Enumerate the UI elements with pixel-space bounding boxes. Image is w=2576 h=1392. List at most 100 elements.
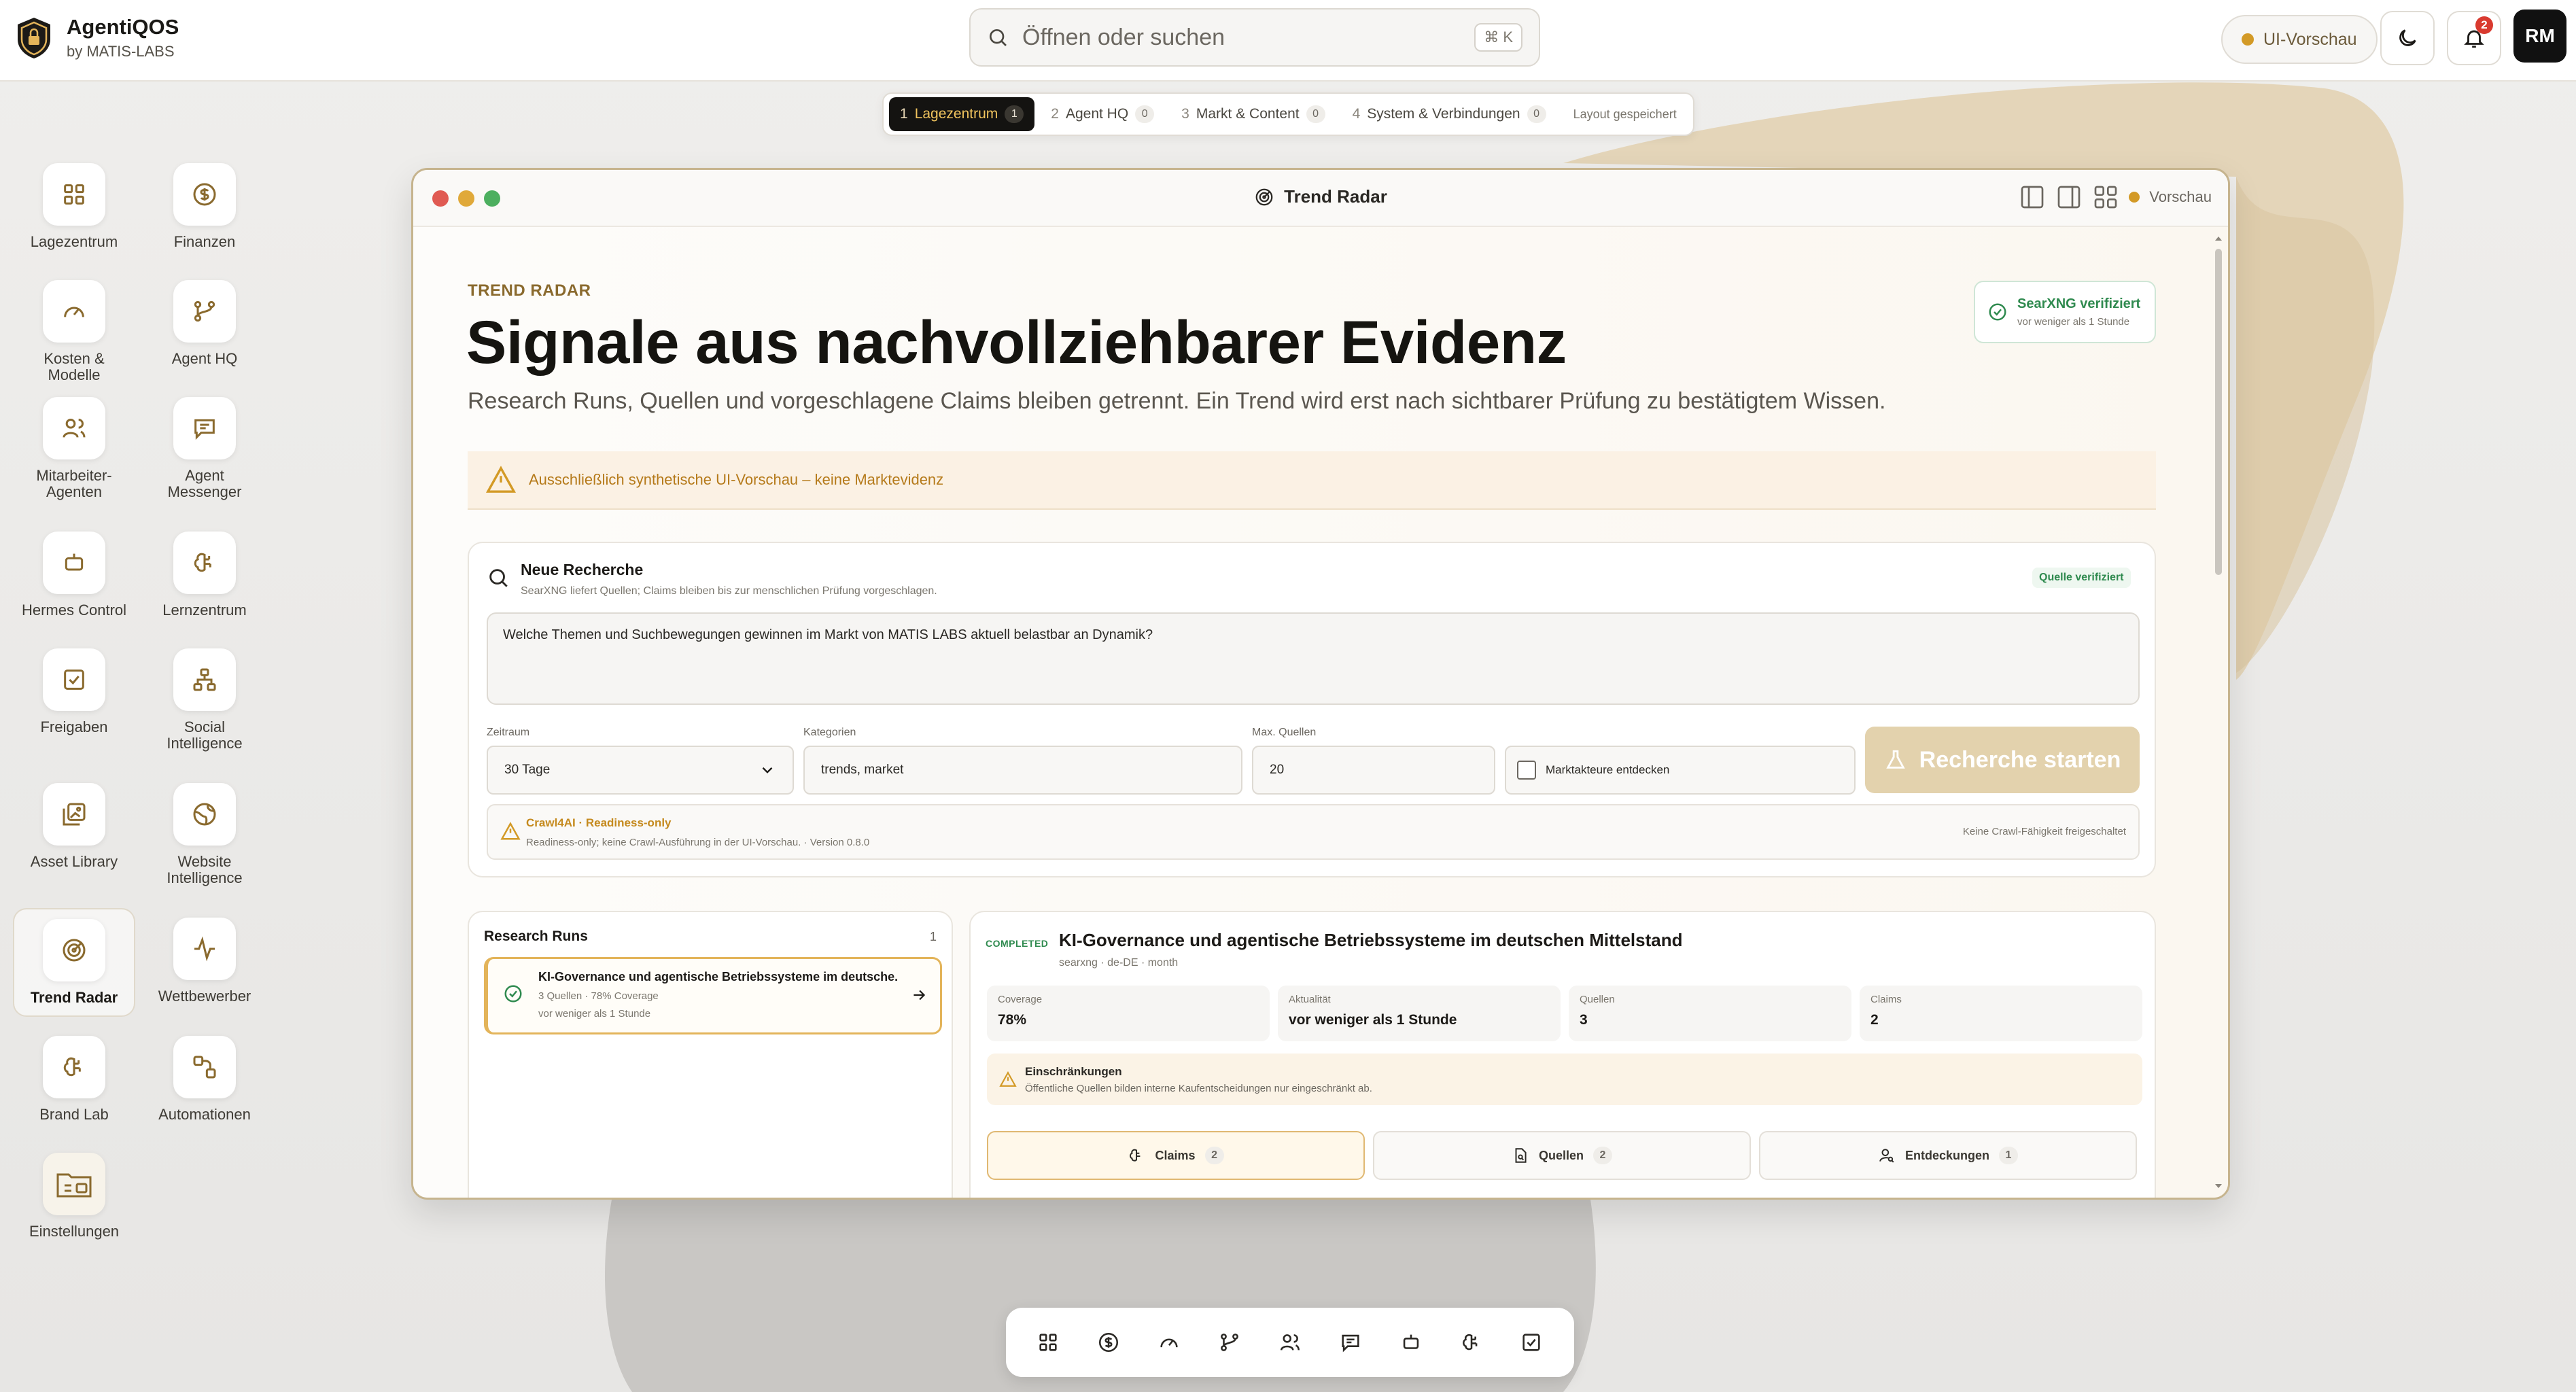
app-lernzentrum[interactable]: Lernzentrum — [143, 532, 266, 619]
activity-icon — [194, 936, 215, 962]
warning-icon — [485, 466, 517, 493]
workspace-tab-system[interactable]: 4 System & Verbindungen 0 — [1342, 97, 1557, 131]
app-automationen[interactable]: Automationen — [143, 1036, 266, 1123]
run-title: KI-Governance und agentische Betriebssys… — [538, 970, 899, 984]
kategorien-input[interactable]: trends, market — [803, 746, 1242, 795]
app-mitarbeiter-agenten[interactable]: Mitarbeiter-Agenten — [13, 397, 135, 500]
window-layout-tools: Vorschau — [2019, 184, 2212, 211]
max-quellen-input[interactable]: 20 — [1252, 746, 1495, 795]
notifications-button[interactable]: 2 — [2447, 11, 2501, 65]
dock-agent-hq[interactable] — [1211, 1323, 1249, 1361]
app-agent-messenger[interactable]: Agent Messenger — [143, 397, 266, 500]
users-icon — [63, 419, 86, 438]
warning-icon — [500, 822, 521, 840]
app-hermes-control[interactable]: Hermes Control — [13, 532, 135, 619]
trend-radar-window: Trend Radar Vorschau TREND RADAR Signale… — [411, 168, 2230, 1200]
app-finanzen[interactable]: Finanzen — [143, 163, 266, 250]
search-shortcut: ⌘ K — [1474, 23, 1522, 52]
tab-quellen[interactable]: Quellen 2 — [1373, 1131, 1751, 1180]
searxng-verified-badge: SearXNG verifiziert vor weniger als 1 St… — [1974, 281, 2156, 343]
app-einstellungen[interactable]: Einstellungen — [13, 1153, 135, 1240]
chevron-down-icon — [762, 767, 773, 773]
research-question-input[interactable]: Welche Themen und Suchbewegungen gewinne… — [487, 612, 2140, 705]
app-lagezentrum[interactable]: Lagezentrum — [13, 163, 135, 250]
page-lead: Research Runs, Quellen und vorgeschlagen… — [468, 388, 1886, 414]
tab-count: 0 — [1527, 105, 1546, 123]
workspace-tab-markt-content[interactable]: 3 Markt & Content 0 — [1170, 97, 1336, 131]
scroll-up-icon[interactable] — [2213, 234, 2224, 243]
page-eyebrow: TREND RADAR — [468, 281, 591, 300]
dollar-icon — [193, 183, 216, 206]
run-detail-title: KI-Governance und agentische Betriebssys… — [1059, 930, 1683, 950]
theme-toggle-button[interactable] — [2380, 11, 2435, 65]
runs-count: 1 — [929, 930, 937, 943]
radar-icon — [1255, 188, 1273, 205]
window-titlebar[interactable]: Trend Radar Vorschau — [413, 170, 2228, 227]
scroll-down-icon[interactable] — [2213, 1181, 2224, 1191]
users-icon — [1280, 1334, 1300, 1351]
research-subtitle: SearXNG liefert Quellen; Claims bleiben … — [521, 585, 937, 597]
search-bar[interactable]: Öffnen oder suchen ⌘ K — [969, 8, 1540, 67]
notification-badge: 2 — [2475, 16, 2493, 34]
folder-settings-icon — [56, 1173, 92, 1198]
crawl-subtitle: Readiness-only; keine Crawl-Ausführung i… — [526, 837, 870, 848]
stat-coverage: Coverage 78% — [987, 986, 1270, 1041]
dock-agent-messenger[interactable] — [1331, 1323, 1370, 1361]
zeitraum-select[interactable]: 30 Tage — [487, 746, 794, 795]
dock-kosten-modelle[interactable] — [1150, 1323, 1188, 1361]
search-icon — [489, 569, 508, 587]
stat-aktualitaet: Aktualität vor weniger als 1 Stunde — [1278, 986, 1561, 1041]
app-trend-radar[interactable]: Trend Radar — [13, 908, 135, 1017]
dock-mitarbeiter-agenten[interactable] — [1271, 1323, 1309, 1361]
layout-sidebar-left-icon[interactable] — [2019, 184, 2046, 211]
flask-icon — [1885, 750, 1905, 769]
workspace-tab-agent-hq[interactable]: 2 Agent HQ 0 — [1040, 97, 1165, 131]
app-agent-hq[interactable]: Agent HQ — [143, 280, 266, 367]
brain-icon — [1462, 1334, 1477, 1351]
app-brand-lab[interactable]: Brand Lab — [13, 1036, 135, 1123]
run-meta: 3 Quellen · 78% Coverage — [538, 990, 659, 1002]
globe-icon — [193, 803, 216, 826]
tab-count: 0 — [1306, 105, 1325, 123]
app-social-intelligence[interactable]: Social Intelligence — [143, 648, 266, 752]
runs-title: Research Runs — [484, 928, 588, 944]
layout-sidebar-right-icon[interactable] — [2055, 184, 2083, 211]
brain-icon — [63, 1057, 81, 1077]
layout-grid-icon[interactable] — [2092, 184, 2119, 211]
crawl4ai-status: Crawl4AI · Readiness-only Readiness-only… — [487, 804, 2140, 860]
marktakteure-checkbox[interactable]: Marktakteure entdecken — [1505, 746, 1856, 795]
brand[interactable]: AgentiQOS by MATIS-LABS — [15, 15, 179, 60]
research-run-item[interactable]: KI-Governance und agentische Betriebssys… — [484, 957, 942, 1034]
window-preview-label: Vorschau — [2149, 188, 2212, 205]
dock-hermes-control[interactable] — [1392, 1323, 1430, 1361]
app-website-intelligence[interactable]: Website Intelligence — [143, 783, 266, 886]
user-search-icon — [1879, 1149, 1894, 1163]
tab-entdeckungen[interactable]: Entdeckungen 1 — [1759, 1131, 2137, 1180]
crawl-status-note: Keine Crawl-Fähigkeit freigeschaltet — [1962, 826, 2126, 837]
network-icon — [193, 668, 216, 691]
dock-freigaben[interactable] — [1512, 1323, 1550, 1361]
start-research-button[interactable]: Recherche starten — [1865, 727, 2140, 793]
search-placeholder: Öffnen oder suchen — [1022, 24, 1225, 50]
research-title: Neue Recherche — [521, 561, 644, 578]
checkbox-box[interactable] — [1517, 761, 1536, 780]
app-wettbewerber[interactable]: Wettbewerber — [143, 918, 266, 1005]
tab-claims[interactable]: Claims 2 — [987, 1131, 1365, 1180]
check-circle-icon — [504, 985, 522, 1003]
app-kosten-modelle[interactable]: Kosten & Modelle — [13, 280, 135, 383]
workspace-tab-lagezentrum[interactable]: 1 Lagezentrum 1 — [889, 97, 1035, 131]
avatar[interactable]: RM — [2513, 10, 2566, 63]
app-freigaben[interactable]: Freigaben — [13, 648, 135, 735]
scroll-thumb[interactable] — [2215, 249, 2222, 575]
dock-lernzentrum[interactable] — [1452, 1323, 1491, 1361]
app-asset-library[interactable]: Asset Library — [13, 783, 135, 870]
window-scrollbar[interactable] — [2213, 234, 2224, 1191]
dock-lagezentrum[interactable] — [1029, 1323, 1067, 1361]
research-runs-card: Research Runs 1 KI-Governance und agenti… — [468, 911, 953, 1198]
shield-logo-icon — [18, 17, 50, 58]
warning-icon — [999, 1071, 1017, 1087]
dock-finanzen[interactable] — [1090, 1323, 1128, 1361]
ui-preview-pill[interactable]: UI-Vorschau — [2221, 15, 2378, 64]
message-icon — [1342, 1334, 1359, 1353]
synthetic-preview-warning: Ausschließlich synthetische UI-Vorschau … — [468, 451, 2156, 510]
